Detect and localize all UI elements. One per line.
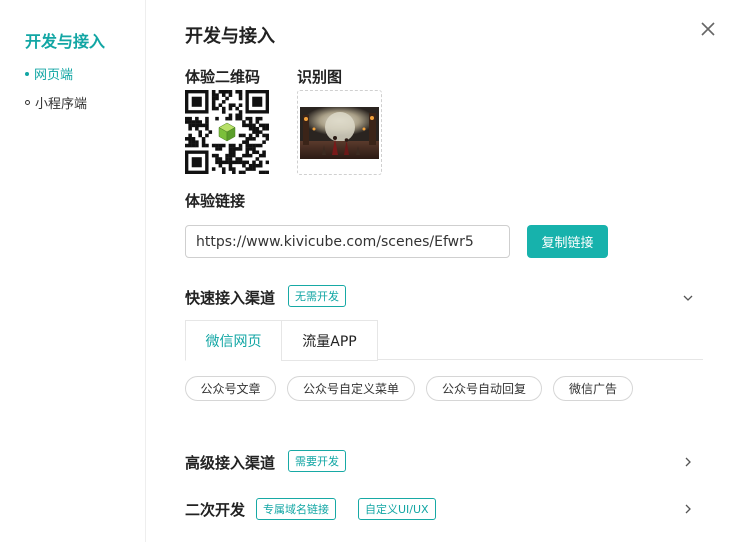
sidebar-item-miniprogram[interactable]: 小程序端 [25,93,87,112]
sidebar-item-web[interactable]: 网页端 [25,64,73,83]
chip-wechat-ads[interactable]: 微信广告 [553,376,633,401]
recognition-image-thumbnail [300,106,379,159]
experience-link-input[interactable] [185,225,510,258]
qr-label: 体验二维码 [185,68,261,86]
quick-access-title: 快速接入渠道 [185,289,276,307]
chip-auto-reply[interactable]: 公众号自动回复 [426,376,542,401]
advanced-access-title: 高级接入渠道 [185,454,276,472]
link-label: 体验链接 [185,192,246,210]
image-label: 识别图 [297,68,343,86]
cube-logo-icon [216,121,238,143]
active-dot-icon [25,71,29,76]
inactive-dot-icon [25,100,30,105]
copy-link-button[interactable]: 复制链接 [527,225,608,258]
chevron-down-icon [683,295,693,301]
qr-code [185,90,270,175]
sidebar-title: 开发与接入 [25,32,106,51]
close-icon [701,22,715,36]
qr-code-icon [185,90,270,175]
tab-traffic-app[interactable]: 流量APP [281,320,378,361]
custom-domain-tag: 专属域名链接 [256,498,336,520]
secondary-dev-title: 二次开发 [185,501,246,519]
collapse-quick-button[interactable] [681,290,695,304]
sidebar: 开发与接入 网页端 小程序端 [0,0,146,542]
chevron-right-icon [685,457,691,467]
sidebar-item-label: 小程序端 [35,97,88,112]
tab-wechat-web[interactable]: 微信网页 [185,320,282,361]
expand-advanced-button[interactable] [681,454,695,468]
recognition-image[interactable] [297,90,382,175]
sidebar-item-label: 网页端 [34,68,74,83]
chevron-right-icon [685,504,691,514]
page-title: 开发与接入 [185,26,275,47]
expand-secondary-button[interactable] [681,501,695,515]
channel-tabs: 微信网页 流量APP [185,320,703,361]
no-dev-tag: 无需开发 [288,285,346,307]
need-dev-tag: 需要开发 [288,450,346,472]
custom-ui-tag: 自定义UI/UX [358,498,436,520]
close-button[interactable] [698,19,718,39]
chip-official-article[interactable]: 公众号文章 [185,376,276,401]
chip-custom-menu[interactable]: 公众号自定义菜单 [287,376,415,401]
